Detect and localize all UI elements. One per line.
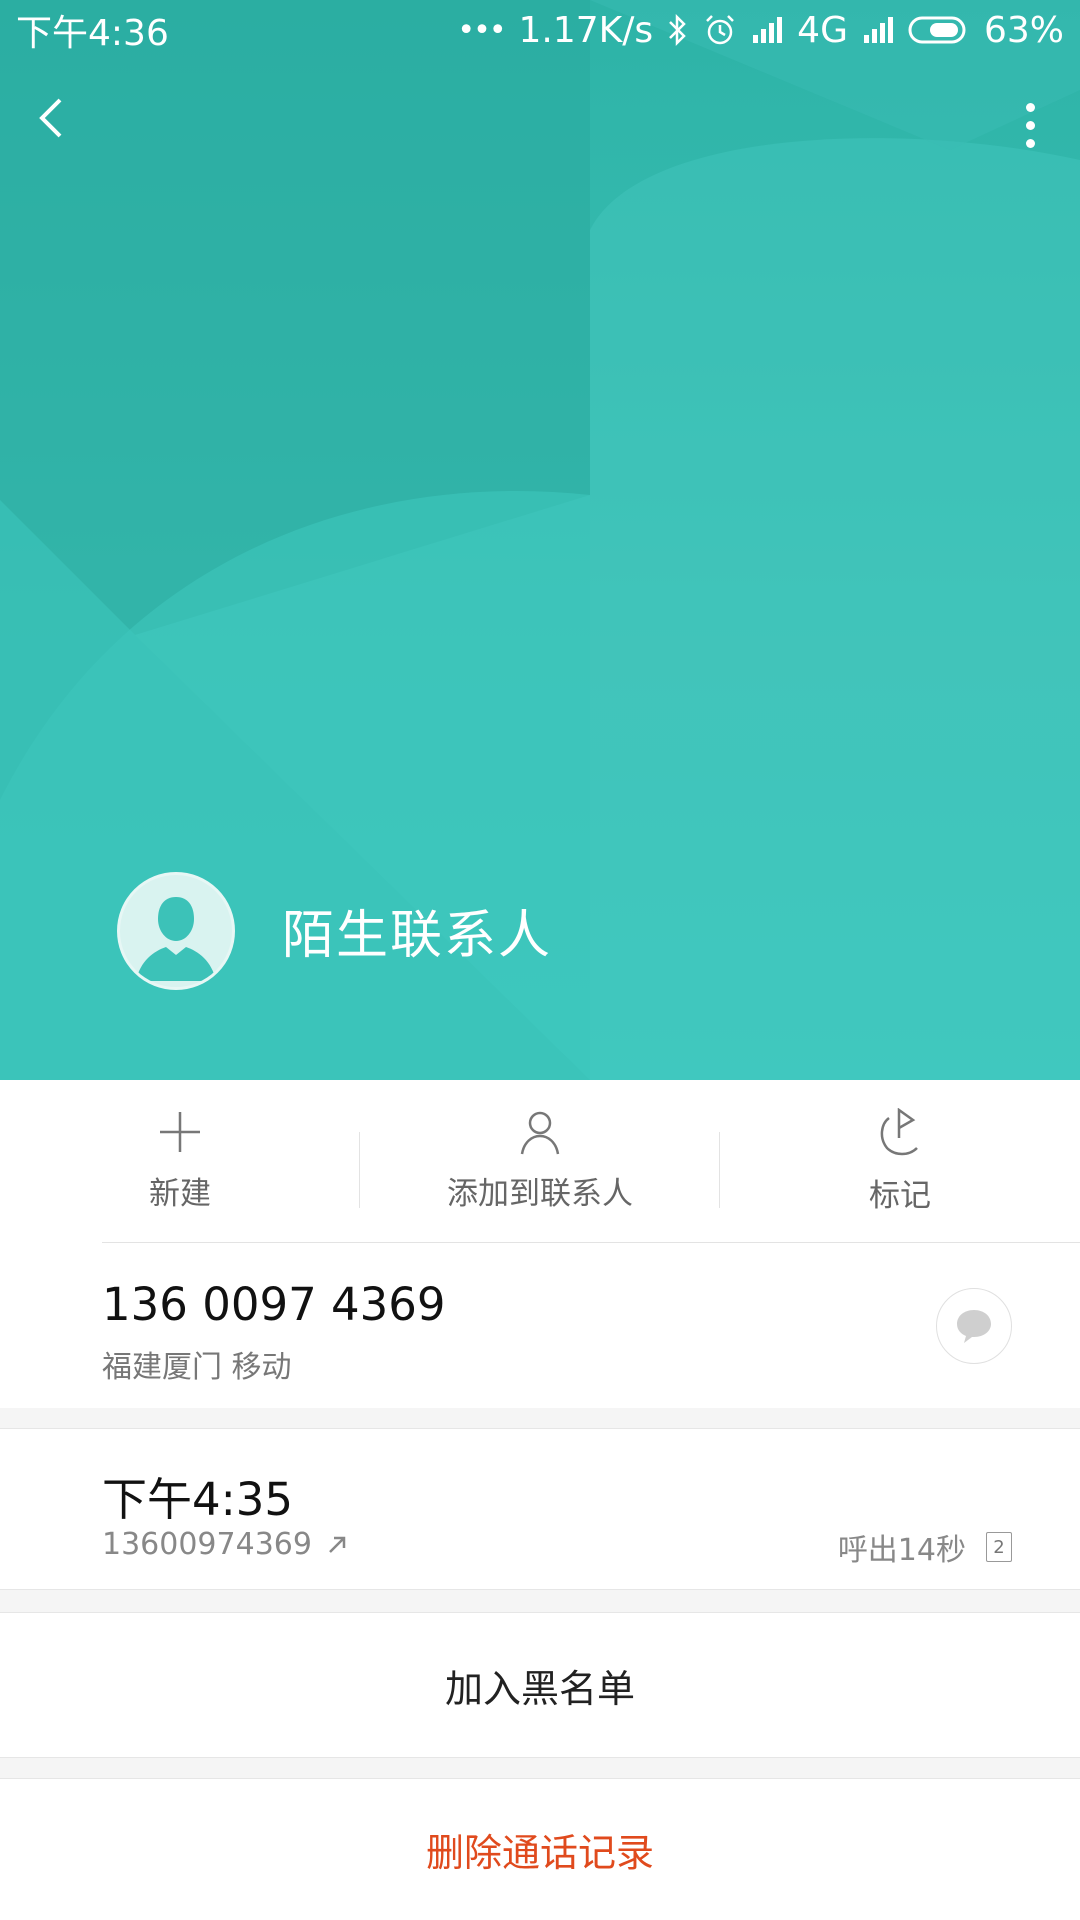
- plus-icon: [160, 1112, 200, 1152]
- delete-call-log-button[interactable]: 删除通话记录: [0, 1778, 1080, 1920]
- mark-label: 标记: [869, 1178, 931, 1214]
- message-bubble-icon: [957, 1310, 991, 1343]
- phone-number-row[interactable]: 136 0097 4369 福建厦门 移动: [0, 1242, 1080, 1408]
- call-time: 下午4:35: [102, 1473, 294, 1526]
- more-vertical-icon: [1025, 102, 1035, 112]
- divider: [102, 1242, 1080, 1243]
- contact-header: 下午4:36 ••• 1.17K/s 4G 63% 陌生联系人: [0, 0, 1080, 1080]
- network-type: 4G: [797, 9, 848, 51]
- alarm-icon: [706, 15, 735, 45]
- bluetooth-icon: [669, 13, 686, 47]
- call-record-item[interactable]: 下午4:35 13600974369 呼出14秒 2: [0, 1428, 1080, 1590]
- avatar: [117, 872, 235, 990]
- status-time: 下午4:36: [16, 13, 169, 54]
- status-bar: 下午4:36 ••• 1.17K/s 4G 63%: [0, 0, 1080, 60]
- battery-icon: [908, 16, 966, 44]
- call-meta: 呼出14秒 2: [838, 1525, 1012, 1569]
- signal-icon-2: [863, 17, 893, 43]
- add-to-contacts-label: 添加到联系人: [447, 1176, 633, 1212]
- chevron-left-icon: [39, 98, 62, 138]
- action-bar: 新建 添加到联系人 标记: [0, 1080, 1080, 1242]
- add-to-blacklist-button[interactable]: 加入黑名单: [0, 1612, 1080, 1758]
- person-icon: [520, 1111, 560, 1155]
- back-button[interactable]: [30, 88, 90, 158]
- more-notifications-icon: •••: [457, 12, 506, 48]
- more-options-button[interactable]: [1010, 90, 1050, 160]
- contact-name: 陌生联系人: [282, 906, 553, 966]
- call-number: 13600974369: [102, 1527, 312, 1562]
- number-location: 福建厦门 移动: [102, 1350, 292, 1385]
- phone-number: 136 0097 4369: [102, 1278, 446, 1331]
- send-message-button[interactable]: [936, 1288, 1012, 1364]
- flag-icon: [880, 1108, 918, 1156]
- signal-icon: [753, 17, 783, 43]
- call-direction-duration: 呼出14秒: [837, 1533, 966, 1568]
- add-to-contacts-button[interactable]: 添加到联系人: [360, 1080, 720, 1242]
- battery-level: 63%: [983, 9, 1064, 51]
- net-speed: 1.17K/s: [518, 9, 654, 51]
- sim-badge: 2: [986, 1532, 1012, 1562]
- person-silhouette-icon: [136, 897, 216, 981]
- new-contact-button[interactable]: 新建: [0, 1080, 360, 1242]
- outgoing-arrow-icon: [329, 1536, 346, 1553]
- mark-button[interactable]: 标记: [720, 1080, 1080, 1242]
- new-contact-label: 新建: [149, 1176, 211, 1212]
- call-number-line: 13600974369: [102, 1527, 348, 1562]
